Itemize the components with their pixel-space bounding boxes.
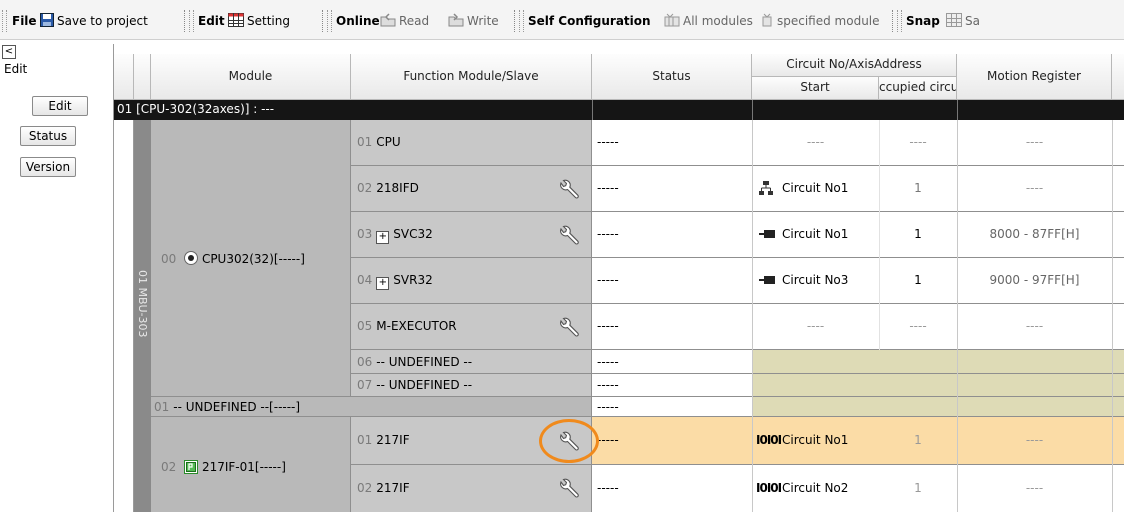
column-header-function-module[interactable]: Function Module/Slave [351, 54, 592, 100]
all-modules-button[interactable]: All modules [664, 12, 753, 30]
function-module-svr32[interactable]: 04 + SVR32 [351, 258, 592, 304]
file-menu[interactable]: File [12, 12, 37, 30]
module-cpu302[interactable]: 00 CPU302(32)[-----] [151, 120, 351, 397]
function-module-218ifd[interactable]: 02 218IFD [351, 166, 592, 212]
edit-button[interactable]: Edit [32, 96, 88, 116]
column-header-start[interactable]: Start [752, 77, 879, 100]
toolbar-grip[interactable] [897, 10, 902, 32]
wrench-icon[interactable] [557, 315, 581, 339]
table-icon [228, 13, 244, 27]
wrench-icon[interactable] [557, 476, 581, 500]
collapse-panel-button[interactable]: < [2, 45, 16, 59]
module-217if-01[interactable]: 02 217IF-01[-----] [151, 417, 351, 512]
serial-icon: I0I0I [756, 481, 782, 495]
table-row[interactable]: ----- [592, 350, 752, 374]
toolbar-grip[interactable] [327, 10, 332, 32]
network-icon [759, 181, 773, 195]
expand-svr32-icon[interactable]: + [376, 277, 390, 290]
table-row[interactable]: ----- [592, 397, 752, 417]
rack-label: 01 MBU-303 [136, 270, 149, 338]
function-module-m-executor[interactable]: 05 M-EXECUTOR [351, 304, 592, 350]
toolbar: File Save to project Edit Setting Online… [0, 0, 1124, 40]
highlight-circle [539, 419, 599, 463]
connector-icon [759, 276, 775, 284]
save-icon [40, 13, 54, 27]
function-module-undefined-06[interactable]: 06 -- UNDEFINED -- [351, 350, 592, 374]
save-to-project-button[interactable]: Save to project [40, 12, 148, 30]
snap-cutoff-button[interactable]: Sa [946, 12, 980, 30]
panel-title: Edit [4, 62, 28, 76]
cpu-radio-icon[interactable] [184, 251, 199, 265]
snap-table-icon [946, 13, 962, 27]
setting-button[interactable]: Setting [228, 12, 290, 30]
function-module-cpu[interactable]: 01 CPU [351, 120, 592, 166]
column-header-status[interactable]: Status [592, 54, 752, 100]
module-undefined[interactable]: 01 -- UNDEFINED --[-----] [151, 397, 592, 417]
all-modules-icon [664, 13, 680, 27]
read-icon [380, 13, 396, 27]
left-panel: < Edit Edit Status Version [0, 40, 112, 512]
self-configuration-menu[interactable]: Self Configuration [528, 12, 651, 30]
table-row[interactable]: ----- ---- ---- ---- [592, 304, 1124, 350]
column-header-motion-register[interactable]: Motion Register [957, 54, 1112, 100]
module-configuration-grid: Module Function Module/Slave Status Circ… [113, 44, 1124, 512]
table-row[interactable]: ----- I0I0I Circuit No2 1 ---- [592, 465, 1124, 512]
connector-icon [759, 230, 775, 238]
function-module-undefined-07[interactable]: 07 -- UNDEFINED -- [351, 374, 592, 397]
snap-menu[interactable]: Snap [906, 12, 940, 30]
toolbar-grip[interactable] [189, 10, 194, 32]
write-icon [448, 13, 464, 27]
cpu-module-name: CPU302(32)[-----] [201, 252, 305, 266]
table-row[interactable]: ----- Circuit No1 1 8000 - 87FF[H] [592, 212, 1124, 258]
function-module-217if-2[interactable]: 02 217IF [351, 465, 592, 512]
version-button[interactable]: Version [20, 157, 76, 177]
function-module-svc32[interactable]: 03 + SVC32 [351, 212, 592, 258]
specified-module-icon [762, 13, 772, 27]
table-row[interactable]: ----- Circuit No1 1 ---- [592, 166, 1124, 212]
specified-module-button[interactable]: specified module [760, 12, 880, 30]
wrench-icon[interactable] [557, 223, 581, 247]
serial-icon: I0I0I [756, 433, 782, 447]
column-header-occupied[interactable]: ccupied circu [879, 77, 957, 100]
write-button[interactable]: Write [448, 12, 499, 30]
expand-svc32-icon[interactable]: + [376, 231, 390, 244]
cpu-group-row[interactable]: 01 [CPU-302(32axes)] : --- [114, 100, 592, 120]
edit-menu[interactable]: Edit [198, 12, 225, 30]
table-row[interactable]: ----- Circuit No3 1 9000 - 97FF[H] [592, 258, 1124, 304]
table-row[interactable]: ----- ---- ---- ---- [592, 120, 1124, 166]
column-header-module[interactable]: Module [151, 54, 351, 100]
table-row-selected[interactable]: ----- I0I0I Circuit No1 1 ---- [592, 417, 1124, 465]
toolbar-grip[interactable] [2, 10, 7, 32]
online-menu[interactable]: Online [336, 12, 380, 30]
toolbar-grip[interactable] [519, 10, 524, 32]
status-button[interactable]: Status [20, 126, 76, 146]
column-header-circuit-group: Circuit No/AxisAddress [752, 54, 957, 77]
217if-module-icon [184, 460, 199, 474]
read-button[interactable]: Read [380, 12, 429, 30]
table-row[interactable]: ----- [592, 374, 752, 397]
wrench-icon[interactable] [557, 177, 581, 201]
